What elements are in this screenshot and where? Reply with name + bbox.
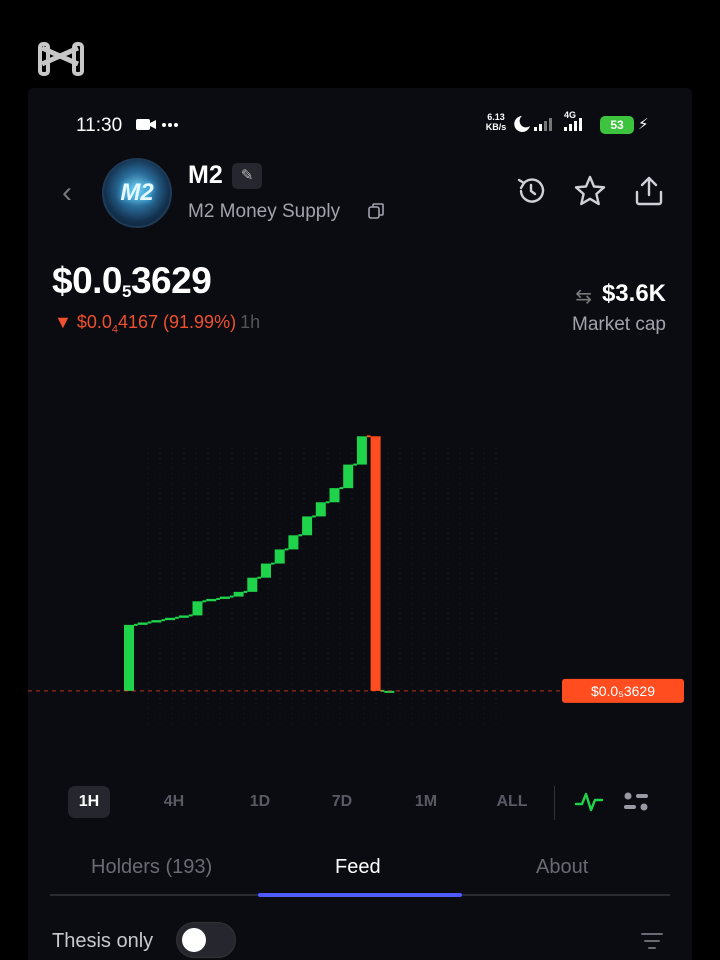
candle — [261, 563, 271, 578]
star-icon[interactable] — [573, 174, 607, 208]
token-name: M2 Money Supply — [188, 201, 341, 222]
edit-icon[interactable]: ✎ — [232, 163, 262, 189]
timeframe-7d[interactable]: 7D — [318, 786, 366, 818]
candle — [370, 436, 381, 691]
token-avatar: M2 — [102, 158, 172, 228]
tab-feed[interactable]: Feed — [335, 856, 381, 879]
price-value: $0.053629 — [52, 260, 212, 301]
battery-indicator: 53 — [600, 116, 634, 134]
chart-settings-icon[interactable] — [622, 788, 652, 816]
candle — [192, 601, 203, 616]
timeframe-1h[interactable]: 1H — [68, 786, 110, 818]
tab-holders[interactable]: Holders (193) — [91, 856, 212, 879]
token-ticker: M2 — [188, 161, 223, 189]
charging-icon: ⚡ — [638, 116, 649, 133]
candle — [233, 591, 244, 597]
candle — [343, 464, 354, 489]
candle — [178, 615, 189, 618]
timeframe-1d[interactable]: 1D — [236, 786, 284, 818]
status-left-icons — [136, 116, 180, 137]
candle — [274, 549, 285, 564]
divider — [554, 786, 555, 820]
timeframe-1m[interactable]: 1M — [402, 786, 450, 818]
copy-icon[interactable] — [368, 203, 384, 219]
active-tab-indicator — [258, 893, 462, 897]
back-button[interactable]: ‹ — [62, 178, 72, 208]
candle — [124, 624, 134, 691]
price-chart[interactable]: $0.0₅3629 — [28, 368, 692, 768]
candle — [247, 577, 258, 592]
candle — [315, 502, 326, 517]
current-price-tag-label: $0.0₅3629 — [591, 683, 655, 699]
history-icon[interactable] — [514, 174, 548, 208]
thesis-only-label: Thesis only — [52, 930, 154, 952]
candle — [206, 598, 217, 602]
market-cap-label: Market cap — [572, 314, 666, 335]
network-type: 4G — [564, 110, 577, 120]
signal-icons — [514, 116, 582, 132]
candle — [151, 620, 162, 623]
candle — [219, 596, 230, 599]
capcut-logo-icon — [38, 42, 84, 76]
thesis-only-toggle[interactable] — [176, 922, 236, 958]
tab-about[interactable]: About — [536, 856, 588, 879]
timeframe-4h[interactable]: 4H — [150, 786, 198, 818]
candle — [329, 488, 340, 503]
timeframe-all[interactable]: ALL — [488, 786, 536, 818]
swap-icon[interactable]: ⇆ — [575, 284, 592, 309]
price-change: ▼ $0.044167 (91.99%) 1h — [54, 312, 261, 336]
video-camera-icon — [136, 119, 178, 130]
candle — [302, 516, 313, 536]
share-icon[interactable] — [632, 174, 666, 208]
candle — [288, 535, 299, 550]
net-speed: 6.13 — [487, 112, 505, 122]
candle — [137, 622, 148, 625]
net-speed-unit: KB/s — [485, 122, 507, 132]
market-cap-value: $3.6K — [601, 280, 666, 307]
filter-icon[interactable] — [640, 930, 664, 952]
candle — [356, 436, 367, 465]
app-screen: 11:30 6.13 KB/s 4G 53 ⚡ ‹ M2 M2 ✎ M2 Mon… — [28, 88, 692, 960]
status-time: 11:30 — [76, 115, 123, 136]
moon-icon — [514, 116, 530, 132]
candle — [165, 617, 176, 621]
line-chart-icon[interactable] — [574, 788, 604, 816]
